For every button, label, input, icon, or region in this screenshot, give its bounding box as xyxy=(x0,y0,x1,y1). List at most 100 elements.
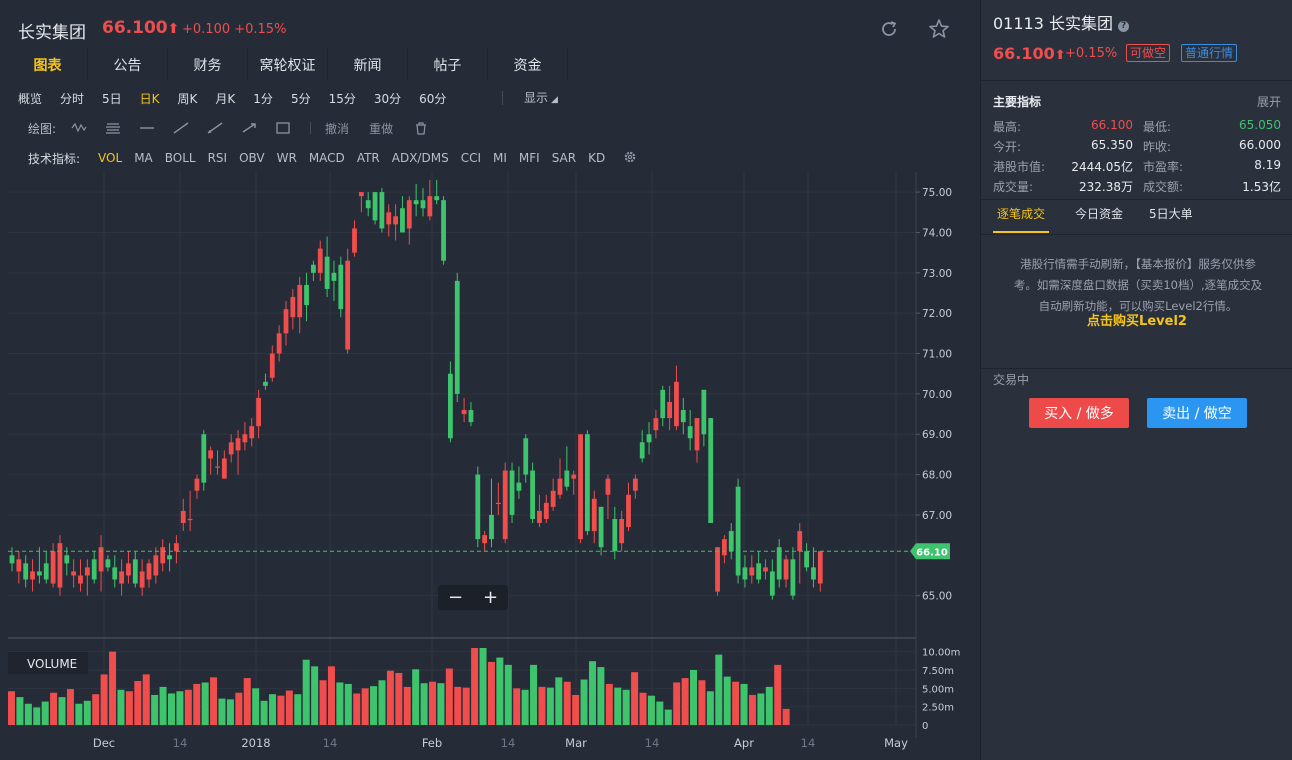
rectangle-tool-icon[interactable] xyxy=(266,119,300,137)
arrow-line-icon[interactable] xyxy=(232,119,266,137)
period-60min[interactable]: 60分 xyxy=(419,90,446,107)
indicator-macd[interactable]: MACD xyxy=(309,151,345,165)
candle-body xyxy=(112,567,118,580)
candle-body xyxy=(420,200,426,209)
volume-bar xyxy=(429,681,436,725)
tab-today-capital[interactable]: 今日资金 xyxy=(1075,205,1123,233)
quote-level-badge[interactable]: 普通行情 xyxy=(1181,44,1238,62)
help-icon[interactable]: ? xyxy=(1118,21,1130,32)
candle-body xyxy=(386,212,392,225)
sell-short-button[interactable]: 卖出 / 做空 xyxy=(1147,398,1247,428)
candle-body xyxy=(290,297,296,318)
period-5min[interactable]: 5分 xyxy=(291,90,311,107)
redo-button[interactable]: 重做 xyxy=(369,120,393,137)
star-icon[interactable] xyxy=(926,16,952,42)
indicator-mfi[interactable]: MFI xyxy=(519,151,540,165)
indicator-obv[interactable]: OBV xyxy=(239,151,265,165)
indicator-vol[interactable]: VOL xyxy=(98,151,122,165)
zoom-out-button[interactable]: − xyxy=(448,587,463,608)
indicator-boll[interactable]: BOLL xyxy=(165,151,196,165)
tab-financials[interactable]: 财务 xyxy=(168,49,248,81)
candle-body xyxy=(523,438,529,475)
volume-bar xyxy=(100,674,108,725)
trash-icon[interactable] xyxy=(413,119,429,137)
tab-tick-trades[interactable]: 逐笔成交 xyxy=(993,205,1050,233)
indicator-atr[interactable]: ATR xyxy=(357,151,380,165)
current-price-label: 66.10 xyxy=(916,547,948,558)
candle-body xyxy=(139,571,145,588)
divider xyxy=(310,122,312,134)
candle-body xyxy=(23,563,29,580)
candlestick-chart[interactable]: 66.10 75.00 74.00 73.00 72.00 71.00 70.00 69.00… xyxy=(0,172,980,760)
display-dropdown[interactable]: 显示 ◢ xyxy=(524,89,558,106)
candle-body xyxy=(16,559,22,572)
period-weekly-k[interactable]: 周K xyxy=(178,90,198,107)
period-30min[interactable]: 30分 xyxy=(374,90,401,107)
volume-bar xyxy=(437,683,445,725)
volume-bar xyxy=(277,695,285,725)
refresh-icon[interactable] xyxy=(876,16,902,42)
candle-body xyxy=(167,555,172,560)
volume-bar xyxy=(319,680,327,725)
volume-bar xyxy=(167,693,175,725)
indicator-mi[interactable]: MI xyxy=(493,151,507,165)
ray-line-icon[interactable] xyxy=(198,119,232,137)
undo-button[interactable]: 撤消 xyxy=(325,120,349,137)
stat-open: 今开: 65.350 xyxy=(993,138,1133,154)
zoom-in-button[interactable]: + xyxy=(483,587,498,608)
expand-link[interactable]: 展开 xyxy=(1257,93,1281,110)
indicator-cci[interactable]: CCI xyxy=(461,151,481,165)
up-arrow-icon: ⬆ xyxy=(167,21,180,37)
tab-posts[interactable]: 帖子 xyxy=(408,49,488,81)
period-monthly-k[interactable]: 月K xyxy=(215,90,235,107)
price-tick-label: 75.00 xyxy=(922,187,952,199)
indicator-wr[interactable]: WR xyxy=(277,151,297,165)
indicator-rsi[interactable]: RSI xyxy=(208,151,228,165)
volume-bar xyxy=(370,686,378,725)
candle-body xyxy=(345,260,351,350)
trend-line-icon[interactable] xyxy=(164,119,198,137)
tab-news[interactable]: 新闻 xyxy=(328,49,408,81)
fibonacci-tool-icon[interactable] xyxy=(96,119,130,137)
candle-body xyxy=(550,490,556,507)
candle-body xyxy=(372,192,378,221)
period-intraday[interactable]: 分时 xyxy=(60,90,84,107)
tab-warrants[interactable]: 窝轮权证 xyxy=(248,49,328,81)
settings-gear-icon[interactable] xyxy=(623,150,637,167)
candle-body xyxy=(804,551,809,568)
period-daily-k[interactable]: 日K xyxy=(140,90,160,107)
buy-level2-link[interactable]: 点击购买Level2 xyxy=(981,310,1292,329)
volume-bar xyxy=(361,688,369,725)
volume-bar xyxy=(681,678,689,725)
indicator-kd[interactable]: KD xyxy=(588,151,605,165)
horizontal-line-icon[interactable] xyxy=(130,119,164,137)
candle-body xyxy=(468,410,474,423)
period-overview[interactable]: 概览 xyxy=(18,90,42,107)
candle-body xyxy=(256,397,261,427)
volume-bar xyxy=(412,669,420,725)
tab-chart[interactable]: 图表 xyxy=(8,49,88,81)
candle-body xyxy=(119,571,124,584)
indicator-sar[interactable]: SAR xyxy=(552,151,576,165)
buy-long-button[interactable]: 买入 / 做多 xyxy=(1029,398,1129,428)
tab-capital[interactable]: 资金 xyxy=(488,49,568,81)
period-5day[interactable]: 5日 xyxy=(102,90,122,107)
indicator-ma[interactable]: MA xyxy=(134,151,153,165)
volume-bar xyxy=(597,667,605,725)
stock-name: 长实集团 xyxy=(18,23,86,43)
tab-5day-large-orders[interactable]: 5日大单 xyxy=(1149,205,1193,233)
wave-tool-icon[interactable] xyxy=(62,119,96,137)
period-1min[interactable]: 1分 xyxy=(253,90,273,107)
candle-body xyxy=(64,555,70,564)
price-tick-label: 74.00 xyxy=(922,227,952,239)
candle-body xyxy=(132,559,138,584)
period-15min[interactable]: 15分 xyxy=(329,90,356,107)
indicator-adx[interactable]: ADX/DMS xyxy=(392,151,449,165)
candle-body xyxy=(276,333,282,354)
stat-prev-close: 昨收: 66.000 xyxy=(1143,138,1281,154)
volume-bar xyxy=(765,686,773,725)
candle-body xyxy=(283,309,289,334)
candle-body xyxy=(783,559,789,580)
tab-announcements[interactable]: 公告 xyxy=(88,49,168,81)
candle-body xyxy=(105,559,111,568)
